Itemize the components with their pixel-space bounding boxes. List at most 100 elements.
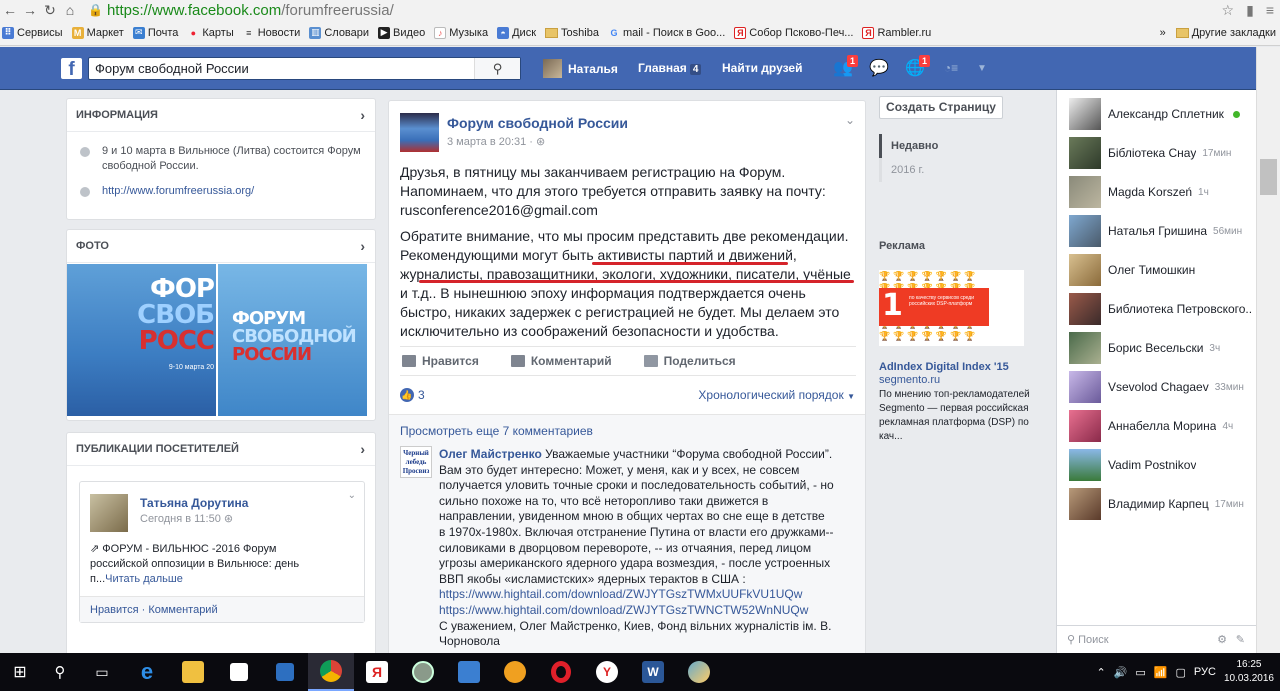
photo-card-title[interactable]: ФОТО › xyxy=(67,230,375,263)
photo-thumbnail[interactable]: ФОРУМ СВОБОДНОЙ РОССИИ xyxy=(218,264,367,416)
chicken-app-icon[interactable] xyxy=(492,653,538,691)
notification-icon[interactable]: ▢ xyxy=(1176,666,1186,679)
mail-icon[interactable] xyxy=(446,653,492,691)
star-icon[interactable]: ☆ xyxy=(1222,2,1235,19)
word-icon[interactable]: W xyxy=(630,653,676,691)
bookmark-rambler[interactable]: Я Rambler.ru xyxy=(862,26,931,39)
edge-browser-icon[interactable]: e xyxy=(124,653,170,691)
forward-arrow-icon[interactable]: → xyxy=(20,0,40,20)
website-link[interactable]: http://www.forumfreerussia.org/ xyxy=(102,184,254,199)
chat-contact[interactable]: Vsevolod Chagaev 33мин xyxy=(1069,371,1251,403)
reload-icon[interactable]: ↻ xyxy=(40,0,60,20)
battery-icon[interactable]: ▭ xyxy=(1135,666,1145,679)
bookmark-google-mail[interactable]: Gmail - Поиск в Goo... xyxy=(608,27,725,39)
chat-contact[interactable]: Библиотека Петровского... xyxy=(1069,293,1251,325)
task-view-icon[interactable]: ▭ xyxy=(80,653,124,691)
chat-contact[interactable]: Бібліотека Снау 17мин xyxy=(1069,137,1251,169)
comment-author-link[interactable]: Олег Майстренко xyxy=(439,447,542,461)
ad-domain[interactable]: segmento.ru xyxy=(879,374,940,386)
find-friends-link[interactable]: Найти друзей xyxy=(722,61,802,75)
likes-count[interactable]: 👍 3 xyxy=(400,388,425,402)
post-time[interactable]: 3 марта в 20:31 · ⊛ xyxy=(447,135,545,148)
facebook-logo-icon[interactable]: f xyxy=(61,58,82,80)
share-button[interactable]: Поделиться xyxy=(643,354,736,368)
bookmark-music[interactable]: ♪ Музыка xyxy=(434,26,488,39)
ad-image[interactable]: 🏆🏆🏆🏆🏆🏆🏆 🏆🏆🏆🏆🏆🏆🏆 🏆🏆🏆🏆🏆🏆🏆 🏆🏆🏆🏆🏆🏆🏆 🏆🏆🏆🏆🏆🏆🏆 … xyxy=(879,270,1024,346)
chrome-icon[interactable] xyxy=(308,653,354,691)
menu-icon[interactable]: ≡ xyxy=(1266,2,1274,18)
clock[interactable]: 16:25 10.03.2016 xyxy=(1224,658,1274,686)
app-circle-icon[interactable] xyxy=(400,653,446,691)
bookmark-mail[interactable]: ✉ Почта xyxy=(132,26,178,39)
network-icon[interactable]: 📶 xyxy=(1154,666,1168,679)
keyboard-language[interactable]: РУС xyxy=(1194,666,1216,678)
gear-icon[interactable]: ⚙ xyxy=(1217,633,1227,646)
bookmarks-more[interactable]: » xyxy=(1160,27,1166,39)
read-more-link[interactable]: Читать дальше xyxy=(105,573,183,585)
bookmark-dictionaries[interactable]: ▥ Словари xyxy=(309,26,369,39)
search-icon[interactable]: ⚲ xyxy=(40,653,80,691)
bookmark-toshiba[interactable]: Toshiba xyxy=(545,27,599,39)
store-icon[interactable] xyxy=(216,653,262,691)
chat-contact[interactable]: Борис Весельски 3ч xyxy=(1069,332,1251,364)
compose-icon[interactable]: ✎ xyxy=(1236,633,1245,646)
view-more-comments-link[interactable]: Просмотреть еще 7 комментариев xyxy=(400,424,593,438)
opera-icon[interactable] xyxy=(538,653,584,691)
timeline-recent[interactable]: Недавно xyxy=(879,134,1003,158)
bookmark-news[interactable]: ≡ Новости xyxy=(243,27,300,39)
chat-contact[interactable]: Владимир Карпец 17мин xyxy=(1069,488,1251,520)
notifications-globe-icon[interactable]: 🌐 1 xyxy=(904,55,930,78)
other-bookmarks[interactable]: Другие закладки xyxy=(1175,27,1276,39)
chevron-down-icon[interactable]: ⌄ xyxy=(845,113,855,127)
bookmark-disk[interactable]: ◓ Диск xyxy=(497,26,536,39)
quick-help-icon[interactable]: ◔≡ xyxy=(940,58,962,78)
comment-avatar[interactable]: Черный лебедь Просвиз xyxy=(400,446,432,478)
info-card-title[interactable]: ИНФОРМАЦИЯ › xyxy=(67,99,375,132)
messages-icon[interactable]: 💬 xyxy=(868,58,890,78)
comment-button[interactable]: Комментарий xyxy=(510,354,612,368)
avatar[interactable] xyxy=(90,494,128,532)
windows-start-icon[interactable]: ⊞ xyxy=(0,653,40,691)
chat-contact[interactable]: Magda Korszeń 1ч xyxy=(1069,176,1251,208)
comment-order-select[interactable]: Хронологический порядок ▼ xyxy=(698,388,855,402)
post-author[interactable]: Татьяна Дорутина xyxy=(140,496,248,510)
chat-contact[interactable]: Наталья Гришина 56мин xyxy=(1069,215,1251,247)
photo-thumbnail[interactable]: ФОР СВОБ РОСС 9-10 марта 20 xyxy=(67,264,216,416)
search-icon[interactable]: ⚲ xyxy=(474,58,520,79)
bookmark-market[interactable]: M Маркет xyxy=(71,26,124,39)
scroll-thumb[interactable] xyxy=(1260,159,1277,195)
comment-link[interactable]: https://www.hightail.com/download/ZWJYTG… xyxy=(439,587,802,601)
bookmark-icon[interactable]: ▮ xyxy=(1246,2,1254,19)
volume-icon[interactable]: 🔊 xyxy=(1114,666,1128,679)
bookmark-services[interactable]: ⠿ Сервисы xyxy=(2,26,63,39)
bookmark-video[interactable]: ▶ Видео xyxy=(378,26,425,39)
yandex-browser-icon[interactable]: Y xyxy=(584,653,630,691)
chat-contact[interactable]: Олег Тимошкин xyxy=(1069,254,1251,286)
yandex-icon[interactable]: Я xyxy=(354,653,400,691)
url-field[interactable]: 🔒 https:// www.facebook.com /forumfreeru… xyxy=(88,1,394,19)
visitor-posts-title[interactable]: ПУБЛИКАЦИИ ПОСЕТИТЕЛЕЙ › xyxy=(67,433,375,466)
chevron-up-icon[interactable]: ⌃ xyxy=(1096,666,1105,679)
profile-link[interactable]: Наталья xyxy=(543,59,618,78)
post-time[interactable]: Сегодня в 11:50 ⊛ xyxy=(140,512,233,525)
post-footer-actions[interactable]: Нравится · Комментарий xyxy=(80,596,364,622)
chevron-down-icon[interactable]: ▼ xyxy=(976,58,988,78)
chat-contact[interactable]: Аннабелла Морина 4ч xyxy=(1069,410,1251,442)
chat-contact[interactable]: Vadim Postnikov xyxy=(1069,449,1251,481)
bookmark-sobor[interactable]: Я Собор Псково-Печ... xyxy=(734,26,853,39)
page-avatar[interactable] xyxy=(400,113,439,152)
like-button[interactable]: Нравится xyxy=(402,354,479,368)
media-player-icon[interactable] xyxy=(262,653,308,691)
page-name-link[interactable]: Форум свободной России xyxy=(447,115,628,131)
chat-search[interactable]: ⚲ Поиск ⚙ ✎ xyxy=(1057,625,1257,653)
home-link[interactable]: Главная 4 xyxy=(638,61,702,75)
back-arrow-icon[interactable]: ← xyxy=(0,0,20,20)
timeline-year[interactable]: 2016 г. xyxy=(879,158,1003,182)
chevron-down-icon[interactable]: ⌄ xyxy=(348,490,356,501)
create-page-button[interactable]: Создать Страницу xyxy=(879,96,1003,119)
file-explorer-icon[interactable] xyxy=(170,653,216,691)
chat-contact[interactable]: Александр Сплетник xyxy=(1069,98,1251,130)
page-scrollbar[interactable] xyxy=(1256,47,1280,653)
home-icon[interactable]: ⌂ xyxy=(60,0,80,20)
paint-icon[interactable] xyxy=(676,653,722,691)
